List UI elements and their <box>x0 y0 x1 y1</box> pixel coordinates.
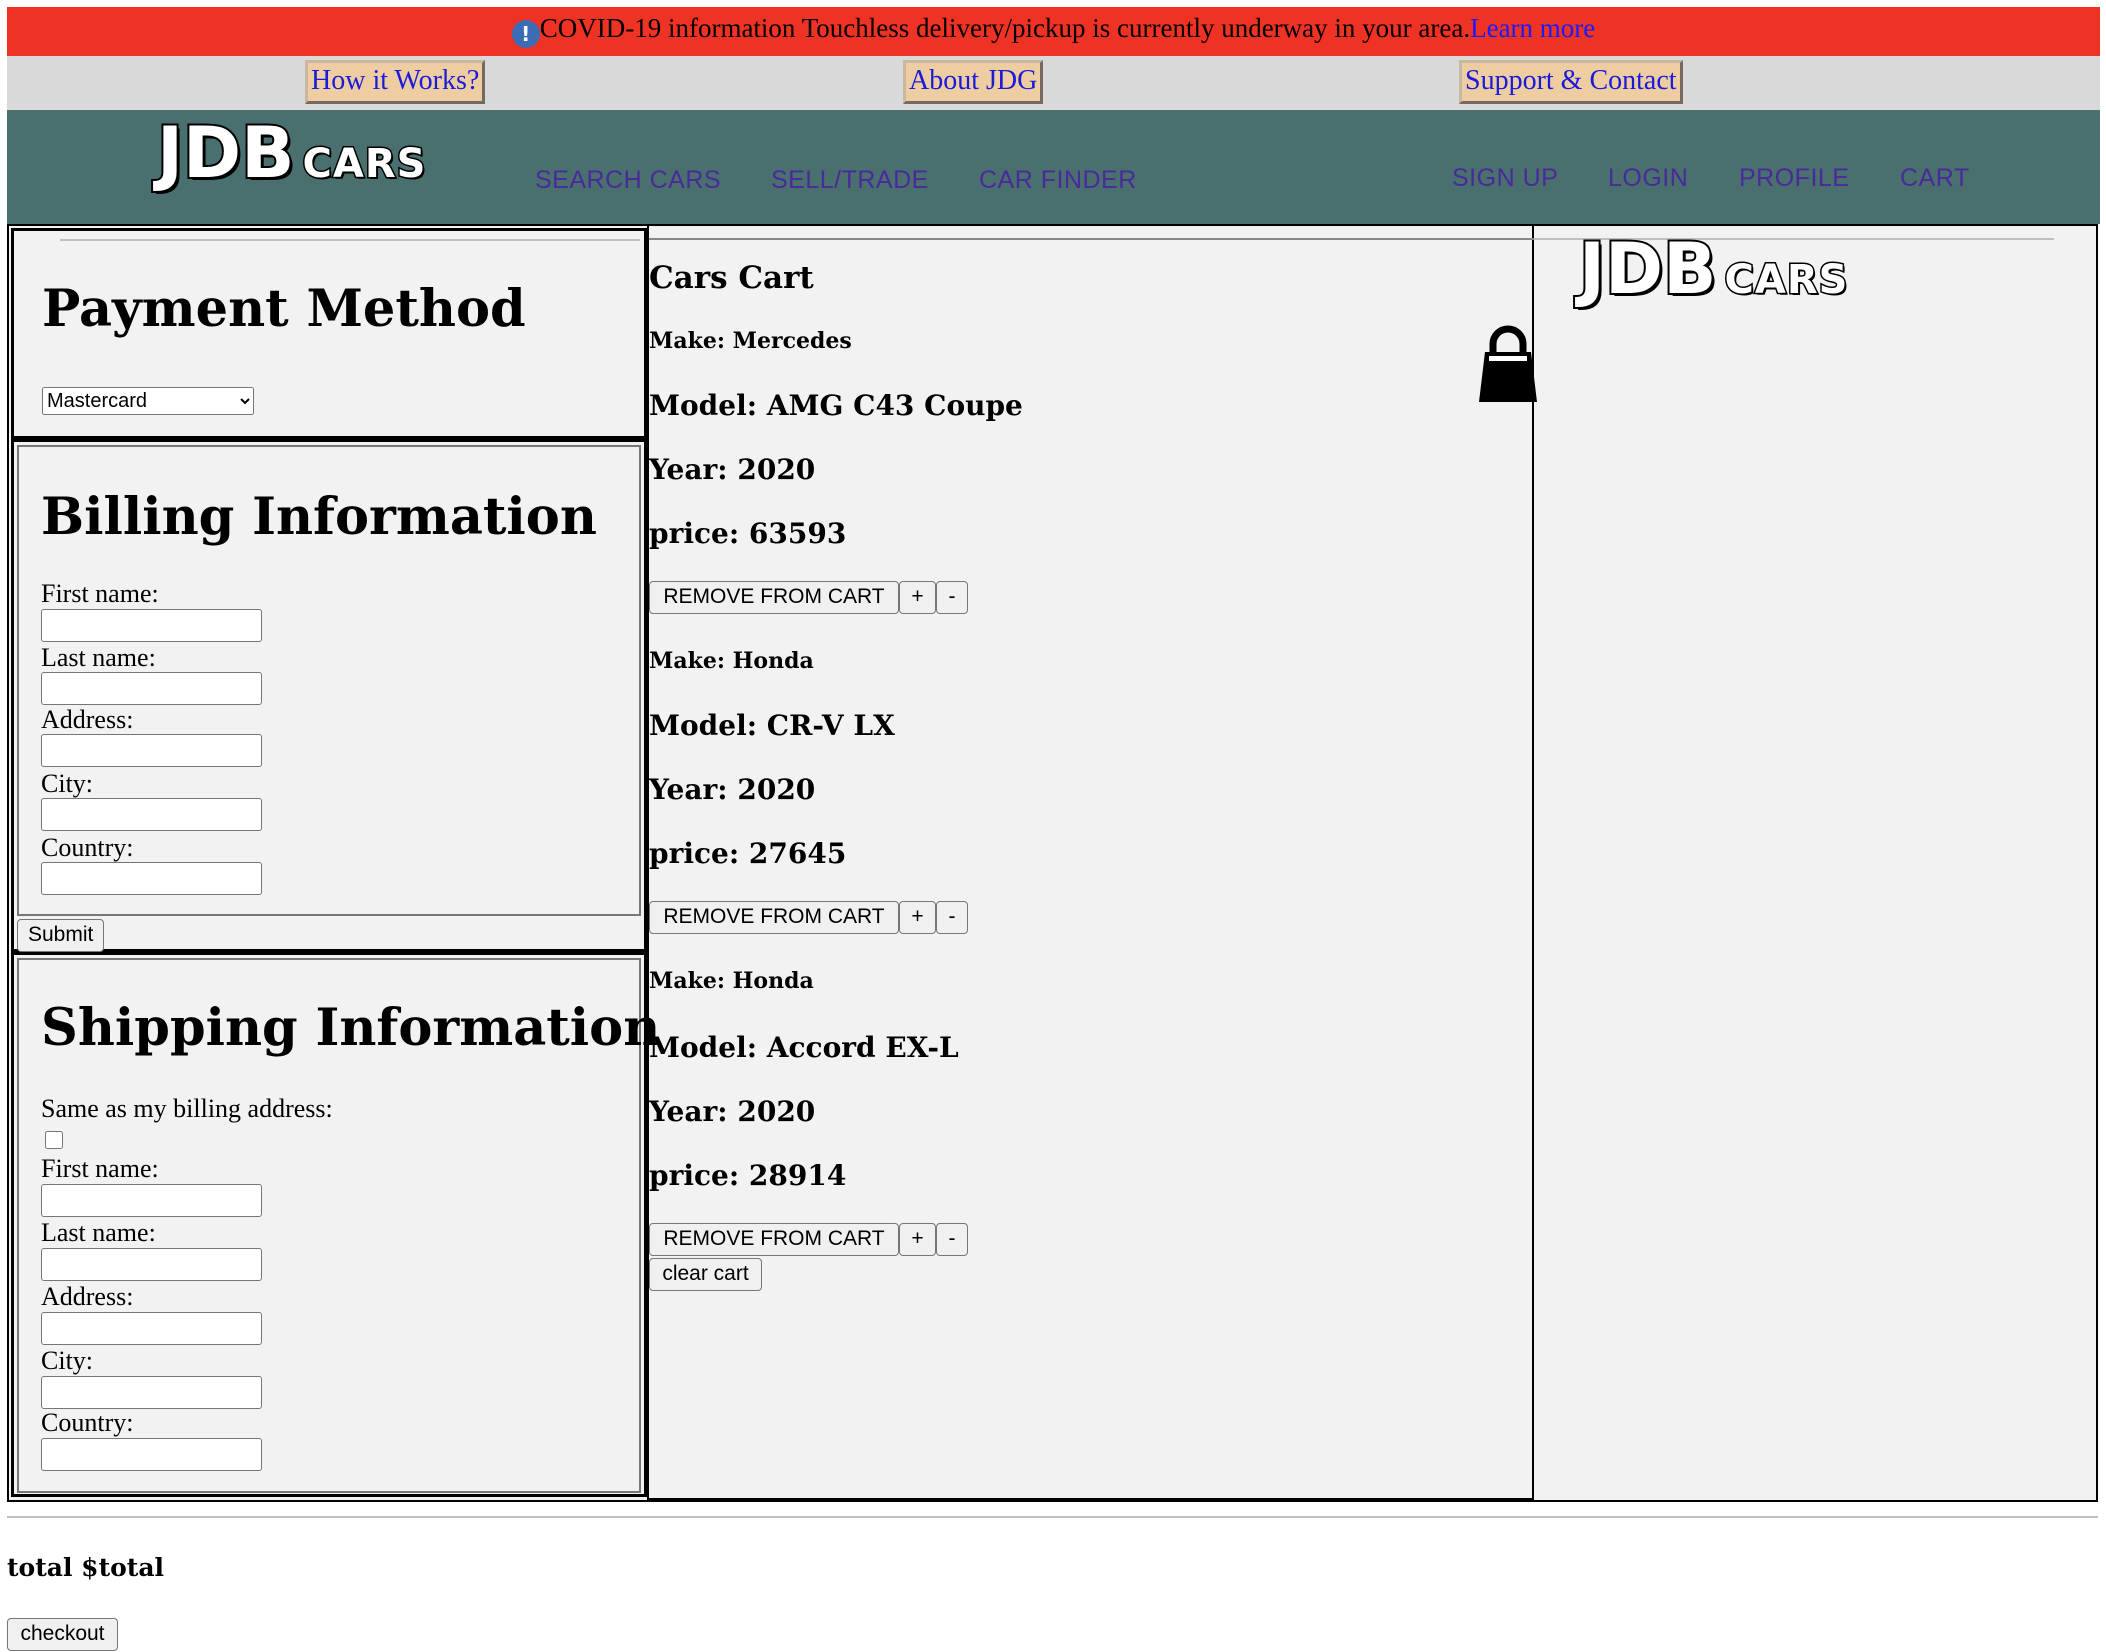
cart-item-make: Make: Honda <box>649 648 814 674</box>
right-sidebar: JDB CARS <box>1534 226 2096 1500</box>
billing-city-input[interactable] <box>41 798 262 831</box>
billing-last-name-label: Last name: <box>41 643 156 672</box>
footer-divider <box>7 1516 2098 1518</box>
nav-car-finder[interactable]: CAR FINDER <box>979 166 1137 195</box>
billing-last-name-input[interactable] <box>41 672 262 705</box>
shipping-first-name-label: First name: <box>41 1154 159 1183</box>
covid-banner-text: COVID-19 information Touchless delivery/… <box>539 13 1471 43</box>
billing-fieldset: Billing Information First name: Last nam… <box>17 445 641 916</box>
billing-first-name-label: First name: <box>41 579 159 608</box>
cart-item-price: price: 63593 <box>649 517 847 550</box>
billing-country-label: Country: <box>41 833 134 862</box>
learn-more-link[interactable]: Learn more <box>1470 13 1595 43</box>
cart-item-price: price: 27645 <box>649 837 847 870</box>
shipping-heading: Shipping Information <box>41 998 661 1058</box>
cart-item-make: Make: Honda <box>649 968 814 994</box>
decrease-quantity-button[interactable]: - <box>936 1223 968 1256</box>
cart-total: total $total <box>7 1553 165 1582</box>
billing-address-input[interactable] <box>41 734 262 767</box>
shipping-fieldset: Shipping Information Same as my billing … <box>17 958 660 1493</box>
remove-from-cart-button[interactable]: REMOVE FROM CART <box>649 901 899 934</box>
cars-cart-title: Cars Cart <box>649 260 814 296</box>
sidebar-jdb-cars-logo: JDB CARS <box>1577 226 1849 312</box>
nav-cart[interactable]: CART <box>1900 164 1970 193</box>
shipping-city-input[interactable] <box>41 1376 262 1409</box>
divider <box>649 238 1534 240</box>
cart-item-model: Model: CR-V LX <box>649 709 895 742</box>
shipping-country-input[interactable] <box>41 1438 262 1471</box>
decrease-quantity-button[interactable]: - <box>936 901 968 934</box>
increase-quantity-button[interactable]: + <box>899 1223 936 1256</box>
checkout-content: Payment Method Mastercard Billing Inform… <box>7 224 2098 1502</box>
increase-quantity-button[interactable]: + <box>899 901 936 934</box>
divider <box>60 239 640 241</box>
cart-item-model: Model: Accord EX-L <box>649 1031 959 1064</box>
billing-heading: Billing Information <box>41 487 597 547</box>
shopping-bag-icon <box>1479 325 1537 402</box>
remove-from-cart-button[interactable]: REMOVE FROM CART <box>649 581 899 614</box>
payment-method-select[interactable]: Mastercard <box>42 387 254 415</box>
nav-sell-trade[interactable]: SELL/TRADE <box>771 166 929 195</box>
nav-search-cars[interactable]: SEARCH CARS <box>535 166 721 195</box>
nav-sign-up[interactable]: SIGN UP <box>1452 164 1558 193</box>
payment-method-heading: Payment Method <box>42 279 526 339</box>
nav-profile[interactable]: PROFILE <box>1739 164 1849 193</box>
billing-address-label: Address: <box>41 705 134 734</box>
jdb-cars-logo[interactable]: JDB CARS <box>155 110 427 196</box>
remove-from-cart-button[interactable]: REMOVE FROM CART <box>649 1223 899 1256</box>
payment-method-panel: Payment Method Mastercard <box>11 228 647 439</box>
same-as-billing-label: Same as my billing address: <box>41 1094 333 1123</box>
cart-item-make: Make: Mercedes <box>649 328 852 354</box>
checkout-button[interactable]: checkout <box>7 1618 118 1651</box>
cars-cart-panel: Cars Cart Make: Mercedes Model: AMG C43 … <box>647 226 1537 1500</box>
cart-item-year: Year: 2020 <box>649 1095 816 1128</box>
billing-panel: Billing Information First name: Last nam… <box>11 439 647 952</box>
cart-item-price: price: 28914 <box>649 1159 847 1192</box>
cart-item-year: Year: 2020 <box>649 453 816 486</box>
shipping-last-name-label: Last name: <box>41 1218 156 1247</box>
shipping-first-name-input[interactable] <box>41 1184 262 1217</box>
billing-submit-button[interactable]: Submit <box>17 919 105 952</box>
shipping-country-label: Country: <box>41 1408 134 1437</box>
cart-item-model: Model: AMG C43 Coupe <box>649 389 1023 422</box>
sub-nav-bar: How it Works? About JDG Support & Contac… <box>7 56 2100 110</box>
how-it-works-button[interactable]: How it Works? <box>305 60 486 104</box>
shipping-last-name-input[interactable] <box>41 1248 262 1281</box>
shipping-city-label: City: <box>41 1346 94 1375</box>
billing-city-label: City: <box>41 769 94 798</box>
cart-item-year: Year: 2020 <box>649 773 816 806</box>
shipping-address-input[interactable] <box>41 1312 262 1345</box>
covid-banner: ! COVID-19 information Touchless delivery… <box>7 7 2100 56</box>
about-jdg-button[interactable]: About JDG <box>903 60 1044 104</box>
main-header: JDB CARS SEARCH CARS SELL/TRADE CAR FINDE… <box>7 110 2100 224</box>
shipping-panel: Shipping Information Same as my billing … <box>11 952 660 1497</box>
exclamation-circle-icon: ! <box>511 20 540 48</box>
nav-login[interactable]: LOGIN <box>1608 164 1688 193</box>
same-as-billing-checkbox[interactable] <box>45 1131 63 1149</box>
increase-quantity-button[interactable]: + <box>899 581 936 614</box>
billing-country-input[interactable] <box>41 862 262 895</box>
shipping-address-label: Address: <box>41 1282 134 1311</box>
billing-first-name-input[interactable] <box>41 609 262 642</box>
clear-cart-button[interactable]: clear cart <box>649 1258 762 1291</box>
decrease-quantity-button[interactable]: - <box>936 581 968 614</box>
support-contact-button[interactable]: Support & Contact <box>1459 60 1683 104</box>
